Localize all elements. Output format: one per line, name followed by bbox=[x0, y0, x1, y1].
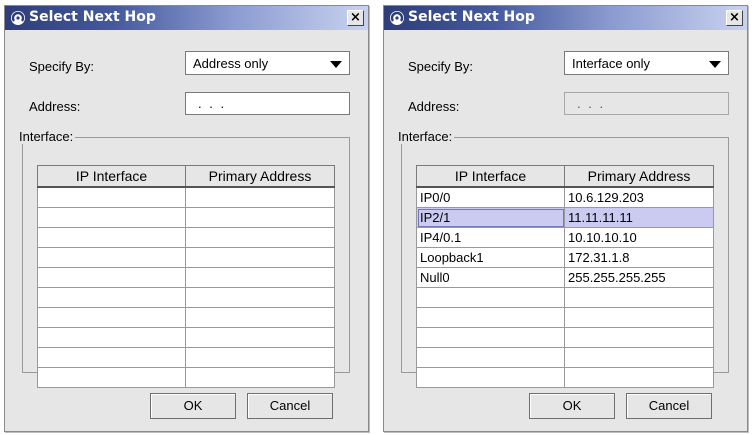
specify-by-value: Address only bbox=[193, 56, 269, 71]
specify-by-value: Interface only bbox=[572, 56, 651, 71]
specify-by-label: Specify By: bbox=[408, 59, 474, 74]
select-next-hop-dialog-address: Select Next Hop × Specify By: Address on… bbox=[4, 5, 369, 432]
primary-address-cell bbox=[185, 267, 335, 288]
dropdown-arrow-icon[interactable] bbox=[709, 61, 721, 68]
primary-address-cell: 10.10.10.10 bbox=[564, 227, 714, 248]
interface-table: IP Interface Primary Address bbox=[37, 165, 335, 388]
primary-address-cell bbox=[185, 327, 335, 348]
table-row[interactable] bbox=[416, 347, 714, 368]
table-row[interactable] bbox=[416, 307, 714, 328]
column-header-ip-interface[interactable]: IP Interface bbox=[37, 165, 186, 188]
ip-interface-cell: Null0 bbox=[416, 267, 565, 288]
title-bar[interactable]: Select Next Hop × bbox=[384, 6, 747, 30]
table-row[interactable]: IP2/1 11.11.11.11 bbox=[416, 207, 714, 228]
ip-interface-cell bbox=[37, 267, 186, 288]
primary-address-cell bbox=[185, 307, 335, 328]
ok-button[interactable]: OK bbox=[529, 393, 615, 419]
table-row[interactable] bbox=[37, 347, 335, 368]
table-row[interactable]: Loopback1 172.31.1.8 bbox=[416, 247, 714, 268]
interface-table: IP Interface Primary Address IP0/0 10.6.1… bbox=[416, 165, 714, 388]
dropdown-arrow-icon[interactable] bbox=[330, 61, 342, 68]
primary-address-cell bbox=[185, 186, 335, 208]
ip-interface-cell: IP4/0.1 bbox=[416, 227, 565, 248]
column-header-primary-address[interactable]: Primary Address bbox=[564, 165, 714, 188]
ip-interface-cell bbox=[37, 227, 186, 248]
table-row[interactable]: IP0/0 10.6.129.203 bbox=[416, 186, 714, 208]
ip-interface-cell bbox=[416, 287, 565, 308]
title-bar[interactable]: Select Next Hop × bbox=[5, 6, 368, 30]
column-header-primary-address[interactable]: Primary Address bbox=[185, 165, 335, 188]
interface-group: Interface: IP Interface Primary Address … bbox=[396, 129, 729, 388]
table-row[interactable] bbox=[416, 367, 714, 388]
primary-address-cell: 172.31.1.8 bbox=[564, 247, 714, 268]
ip-interface-cell: Loopback1 bbox=[416, 247, 565, 268]
interface-group: Interface: IP Interface Primary Address bbox=[17, 129, 350, 388]
address-label: Address: bbox=[408, 99, 460, 114]
table-row[interactable] bbox=[37, 227, 335, 248]
ip-interface-cell bbox=[37, 307, 186, 328]
table-row[interactable] bbox=[37, 267, 335, 288]
table-row[interactable] bbox=[37, 186, 335, 208]
table-row[interactable]: IP4/0.1 10.10.10.10 bbox=[416, 227, 714, 248]
ip-interface-cell bbox=[37, 327, 186, 348]
primary-address-cell bbox=[564, 307, 714, 328]
ip-interface-cell: IP0/0 bbox=[416, 186, 565, 208]
specify-by-label: Specify By: bbox=[29, 59, 95, 74]
dialog-title: Select Next Hop bbox=[29, 9, 156, 25]
column-header-ip-interface[interactable]: IP Interface bbox=[416, 165, 565, 188]
table-row[interactable] bbox=[37, 207, 335, 228]
cancel-button[interactable]: Cancel bbox=[626, 393, 712, 419]
table-row[interactable] bbox=[37, 307, 335, 328]
primary-address-cell bbox=[185, 287, 335, 308]
primary-address-cell bbox=[564, 347, 714, 368]
cancel-button[interactable]: Cancel bbox=[247, 393, 333, 419]
ip-interface-cell bbox=[37, 186, 186, 208]
primary-address-cell bbox=[564, 287, 714, 308]
primary-address-cell bbox=[185, 347, 335, 368]
ok-button[interactable]: OK bbox=[150, 393, 236, 419]
address-input[interactable]: . . . bbox=[185, 92, 350, 115]
ip-interface-cell bbox=[416, 347, 565, 368]
address-label: Address: bbox=[29, 99, 81, 114]
primary-address-cell bbox=[185, 367, 335, 388]
table-row[interactable] bbox=[416, 327, 714, 348]
ip-interface-cell: IP2/1 bbox=[416, 207, 565, 228]
primary-address-cell: 11.11.11.11 bbox=[564, 207, 714, 228]
ip-interface-cell bbox=[37, 367, 186, 388]
primary-address-cell bbox=[185, 247, 335, 268]
primary-address-cell: 255.255.255.255 bbox=[564, 267, 714, 288]
close-button[interactable]: × bbox=[726, 10, 743, 26]
select-next-hop-dialog-interface: Select Next Hop × Specify By: Interface … bbox=[383, 5, 748, 432]
table-row[interactable] bbox=[37, 247, 335, 268]
table-row[interactable] bbox=[37, 327, 335, 348]
table-row[interactable]: Null0 255.255.255.255 bbox=[416, 267, 714, 288]
ip-interface-cell bbox=[416, 307, 565, 328]
table-row[interactable] bbox=[37, 287, 335, 308]
ip-interface-cell bbox=[37, 287, 186, 308]
address-input: . . . bbox=[564, 92, 729, 115]
interface-label: Interface: bbox=[17, 129, 76, 144]
interface-label: Interface: bbox=[396, 129, 455, 144]
primary-address-cell: 10.6.129.203 bbox=[564, 186, 714, 208]
ip-interface-cell bbox=[37, 247, 186, 268]
app-logo-icon bbox=[11, 11, 25, 25]
ip-interface-cell bbox=[416, 367, 565, 388]
app-logo-icon bbox=[390, 11, 404, 25]
primary-address-cell bbox=[564, 327, 714, 348]
ip-interface-cell bbox=[37, 207, 186, 228]
specify-by-select[interactable]: Interface only bbox=[564, 51, 729, 75]
specify-by-select[interactable]: Address only bbox=[185, 51, 350, 75]
primary-address-cell bbox=[185, 207, 335, 228]
dialog-title: Select Next Hop bbox=[408, 9, 535, 25]
ip-interface-cell bbox=[416, 327, 565, 348]
close-button[interactable]: × bbox=[347, 10, 364, 26]
ip-interface-cell bbox=[37, 347, 186, 368]
primary-address-cell bbox=[185, 227, 335, 248]
table-row[interactable] bbox=[37, 367, 335, 388]
primary-address-cell bbox=[564, 367, 714, 388]
table-row[interactable] bbox=[416, 287, 714, 308]
